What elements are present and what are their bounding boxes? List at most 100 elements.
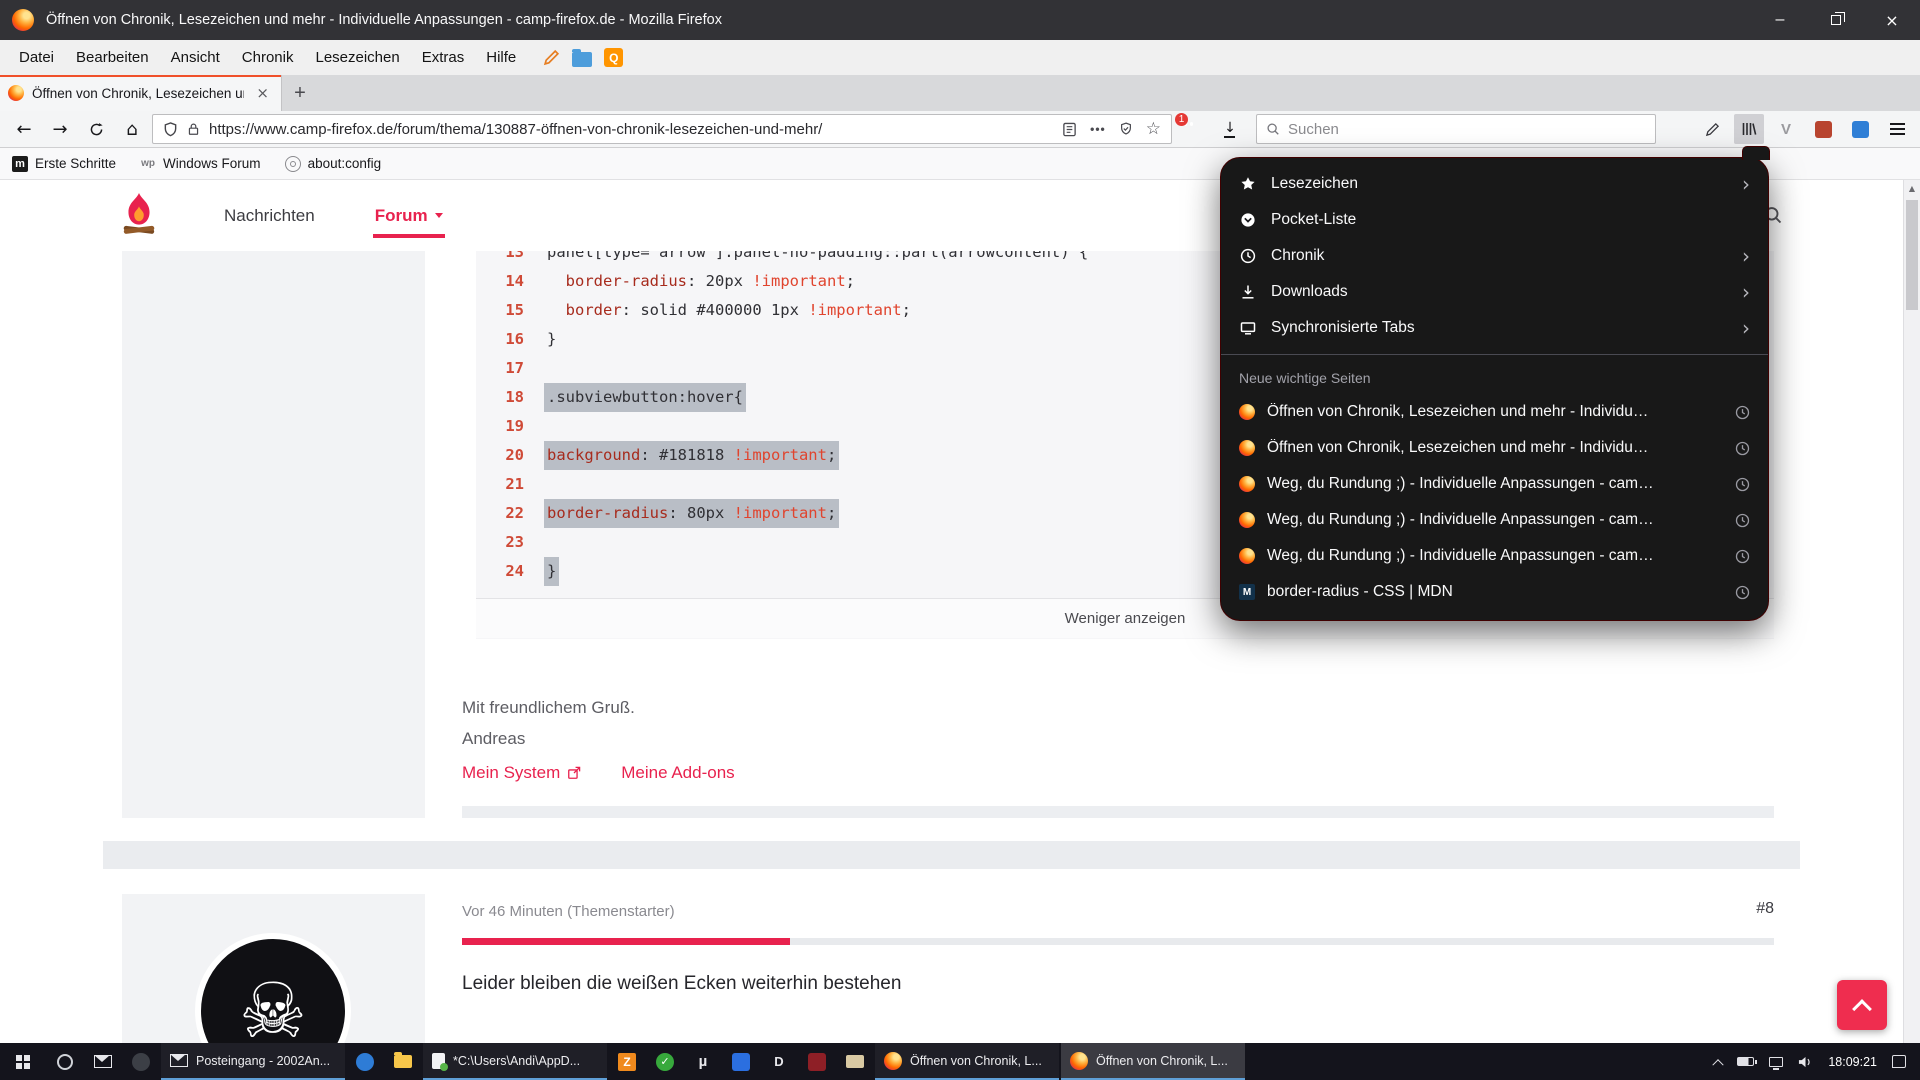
reload-button[interactable] — [80, 114, 112, 144]
lock-icon[interactable] — [187, 122, 200, 136]
taskbar-button[interactable]: Öffnen von Chronik, L... — [875, 1043, 1059, 1080]
taskbar-button-active[interactable]: Öffnen von Chronik, L... — [1061, 1043, 1245, 1080]
page-actions: ••• ☆ — [1062, 121, 1161, 138]
url-bar[interactable]: https://www.camp-firefox.de/forum/thema/… — [152, 114, 1172, 144]
site-nav-nachrichten[interactable]: Nachrichten — [222, 198, 317, 238]
start-button[interactable] — [0, 1043, 46, 1080]
bookmark-star-icon[interactable]: ☆ — [1146, 121, 1161, 138]
q-app-icon[interactable]: Q — [604, 48, 623, 67]
link-mein-system[interactable]: Mein System — [462, 763, 581, 783]
taskbar-pinned-explorer[interactable] — [384, 1043, 422, 1080]
panel-item-downloads[interactable]: Downloads› — [1221, 274, 1768, 310]
history-item[interactable]: Weg, du Rundung ;) - Individuelle Anpass… — [1221, 502, 1768, 538]
panel-item-lesezeichen[interactable]: Lesezeichen› — [1221, 166, 1768, 202]
taskbar-pinned-red[interactable] — [798, 1043, 836, 1080]
history-item[interactable]: Mborder-radius - CSS | MDN — [1221, 574, 1768, 610]
taskbar-pinned-av[interactable]: ✓ — [646, 1043, 684, 1080]
tab-close-icon[interactable]: × — [252, 84, 273, 102]
blue-icon — [732, 1053, 750, 1071]
history-item[interactable]: Öffnen von Chronik, Lesezeichen und mehr… — [1221, 430, 1768, 466]
network-icon[interactable] — [1769, 1057, 1783, 1067]
extension-red-icon[interactable] — [1808, 114, 1838, 144]
code-line-text — [544, 354, 550, 383]
hamburger-menu-icon[interactable] — [1882, 114, 1912, 144]
taskbar-pinned-blue[interactable] — [722, 1043, 760, 1080]
menubar-item-chronik[interactable]: Chronik — [231, 44, 305, 71]
panel-item-synchronisierte-tabs[interactable]: Synchronisierte Tabs› — [1221, 310, 1768, 346]
menubar-item-datei[interactable]: Datei — [8, 44, 65, 71]
site-nav-forum[interactable]: Forum — [373, 198, 445, 238]
bookmark-item-erste-schritte[interactable]: mErste Schritte — [12, 156, 116, 172]
ghostery-badge: 1 — [1175, 113, 1188, 126]
external-link-icon — [567, 766, 581, 780]
clock-icon — [1735, 477, 1750, 492]
code-line-text — [544, 412, 550, 441]
menubar-item-ansicht[interactable]: Ansicht — [160, 44, 231, 71]
window-minimize-button[interactable]: – — [1752, 0, 1808, 40]
extension-v-icon[interactable]: V — [1771, 114, 1801, 144]
compose-icon[interactable] — [543, 49, 560, 66]
scroll-to-top-button[interactable] — [1837, 980, 1887, 1030]
clock-icon — [1735, 441, 1750, 456]
taskbar-clock[interactable]: 18:09:21 — [1828, 1055, 1877, 1069]
tray-expand-icon[interactable] — [1713, 1059, 1724, 1070]
taskbar-button[interactable]: *C:\Users\Andi\AppD... — [423, 1043, 607, 1080]
history-item[interactable]: Weg, du Rundung ;) - Individuelle Anpass… — [1221, 466, 1768, 502]
tab-active[interactable]: Öffnen von Chronik, Lesezeichen und mehr… — [0, 75, 282, 111]
scrollbar-up-arrow[interactable]: ▲ — [1904, 180, 1920, 197]
taskbar-pinned-tools[interactable] — [836, 1043, 874, 1080]
taskbar-pinned-globe[interactable] — [346, 1043, 384, 1080]
library-icon[interactable] — [1734, 114, 1764, 144]
menubar-item-bearbeiten[interactable]: Bearbeiten — [65, 44, 160, 71]
url-text[interactable]: https://www.camp-firefox.de/forum/thema/… — [209, 121, 1053, 138]
window-restore-button[interactable] — [1808, 0, 1864, 40]
window-titlebar: Öffnen von Chronik, Lesezeichen und mehr… — [0, 0, 1920, 40]
panel-item-label: Synchronisierte Tabs — [1271, 319, 1728, 337]
tracking-shield-icon[interactable] — [163, 122, 178, 137]
page-actions-menu-icon[interactable]: ••• — [1090, 122, 1106, 136]
menubar-item-hilfe[interactable]: Hilfe — [475, 44, 527, 71]
search-input[interactable] — [1288, 121, 1646, 138]
new-tab-button[interactable]: + — [282, 75, 318, 111]
ghostery-icon[interactable]: 1 — [1180, 116, 1206, 142]
cortana-icon — [57, 1054, 73, 1070]
site-logo-icon[interactable] — [116, 191, 162, 239]
back-button[interactable]: ← — [8, 114, 40, 144]
search-bar[interactable] — [1256, 114, 1656, 144]
action-center-icon[interactable] — [1892, 1055, 1906, 1068]
pen-icon[interactable] — [1697, 114, 1727, 144]
reader-mode-icon[interactable] — [1062, 122, 1077, 137]
star-icon — [1239, 176, 1257, 192]
taskbar-button[interactable]: Posteingang - 2002An... — [161, 1043, 345, 1080]
bookmark-item-windows-forum[interactable]: wpWindows Forum — [140, 156, 261, 172]
page-scrollbar[interactable]: ▲ — [1903, 180, 1920, 1043]
battery-icon[interactable] — [1737, 1057, 1754, 1066]
history-item[interactable]: Weg, du Rundung ;) - Individuelle Anpass… — [1221, 538, 1768, 574]
windows-logo-icon — [16, 1055, 30, 1069]
panel-item-chronik[interactable]: Chronik› — [1221, 238, 1768, 274]
window-close-button[interactable]: × — [1864, 0, 1920, 40]
link-meine-addons[interactable]: Meine Add-ons — [621, 763, 734, 783]
taskbar-pinned-paw[interactable] — [122, 1043, 160, 1080]
downloads-button[interactable]: ↓ — [1214, 114, 1246, 144]
explorer-icon — [394, 1055, 412, 1068]
menubar-item-extras[interactable]: Extras — [411, 44, 476, 71]
shield-check-icon[interactable] — [1119, 122, 1133, 136]
folder-icon[interactable] — [572, 52, 592, 67]
post8-number[interactable]: #8 — [1714, 900, 1774, 918]
taskbar-pinned-zip[interactable]: Z — [608, 1043, 646, 1080]
home-button[interactable]: ⌂ — [116, 114, 148, 144]
taskbar-pinned-mail[interactable] — [84, 1043, 122, 1080]
taskbar-pinned-ut[interactable]: µ — [684, 1043, 722, 1080]
extension-blue-icon[interactable] — [1845, 114, 1875, 144]
forward-button[interactable]: → — [44, 114, 76, 144]
taskbar-pinned-cortana[interactable] — [46, 1043, 84, 1080]
history-item[interactable]: Öffnen von Chronik, Lesezeichen und mehr… — [1221, 394, 1768, 430]
menu-toolbar-icons: Q — [543, 48, 623, 67]
bookmark-item-about-config[interactable]: about:config — [285, 156, 382, 172]
taskbar-pinned-d[interactable]: D — [760, 1043, 798, 1080]
menubar-item-lesezeichen[interactable]: Lesezeichen — [304, 44, 410, 71]
volume-icon[interactable] — [1798, 1056, 1813, 1068]
scrollbar-thumb[interactable] — [1906, 200, 1918, 310]
panel-item-pocket-liste[interactable]: Pocket-Liste — [1221, 202, 1768, 238]
